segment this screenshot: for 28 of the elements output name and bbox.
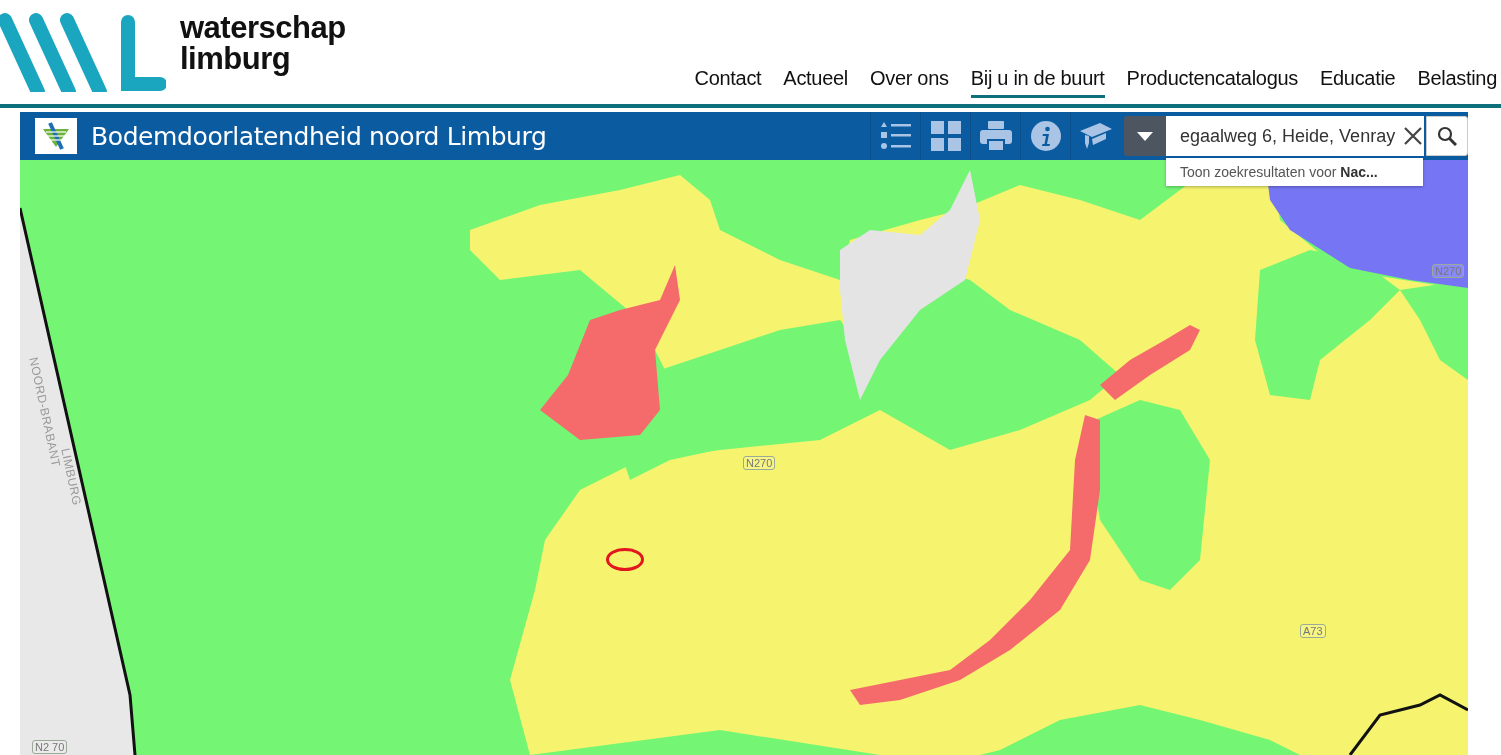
nav-link[interactable]: Productencatalogus (1115, 67, 1309, 98)
nav-link[interactable]: Over ons (858, 67, 960, 98)
search-button[interactable] (1426, 116, 1468, 156)
app-logo-icon (35, 118, 77, 154)
close-icon (1404, 127, 1422, 145)
road-label: A73 (1300, 624, 1326, 638)
graduation-cap-icon (1079, 121, 1112, 151)
nav-link[interactable]: Actueel (772, 67, 859, 98)
print-icon (979, 121, 1012, 151)
app-title: Bodemdoorlatendheid noord Limburg (91, 121, 548, 151)
dropdown-button[interactable] (1124, 116, 1166, 156)
nav-link[interactable]: Educatie (1309, 67, 1407, 98)
nav-link[interactable]: Belasting (1406, 67, 1501, 98)
logo-text: waterschap limburg (180, 12, 346, 74)
location-marker (606, 548, 644, 571)
road-label: N270 (743, 456, 776, 470)
nav-link[interactable]: Contact (683, 67, 773, 98)
road-label: N270 (1432, 264, 1465, 278)
info-icon (1030, 121, 1061, 151)
search-field[interactable]: egaalweg 6, Heide, Venray (1166, 116, 1424, 156)
search-icon (1437, 126, 1457, 146)
list-icon (879, 122, 912, 150)
search-suggestion[interactable]: Toon zoekresultaten voor Nac... (1166, 158, 1423, 186)
nav-link[interactable]: Bij u in de buurt (970, 67, 1105, 98)
logo-icon (0, 12, 166, 92)
caret-icon (1137, 131, 1153, 141)
grid-icon (930, 121, 961, 151)
road-label: N2 70 (32, 740, 68, 754)
